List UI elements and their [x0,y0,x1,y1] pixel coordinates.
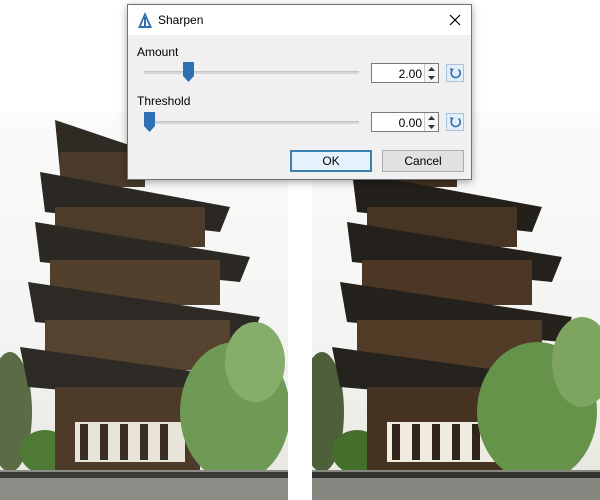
threshold-value: 0.00 [398,116,422,130]
amount-slider-track [144,71,359,74]
threshold-slider-track [144,121,359,124]
sharpen-app-icon [138,12,152,28]
amount-value: 2.00 [398,67,422,81]
spin-up-icon [428,66,435,71]
cancel-button[interactable]: Cancel [382,150,464,172]
spin-up-icon [428,115,435,120]
threshold-slider[interactable] [144,111,359,133]
reset-icon [450,68,461,79]
threshold-slider-thumb[interactable] [144,112,155,132]
ok-button[interactable]: OK [290,150,372,172]
spin-down-icon [428,124,435,129]
spin-down-icon [428,75,435,80]
threshold-reset-button[interactable] [446,113,464,131]
threshold-spinbox[interactable]: 0.00 [371,112,439,132]
amount-spin-down-button[interactable] [425,73,438,82]
dialog-title: Sharpen [158,13,204,27]
threshold-label: Threshold [137,94,191,108]
close-button[interactable] [439,5,471,35]
sharpen-dialog: Sharpen Amount 2.00 Threshold 0.00 OK Ca… [127,4,472,180]
amount-spinbox[interactable]: 2.00 [371,63,439,83]
threshold-spin-down-button[interactable] [425,122,438,131]
amount-slider[interactable] [144,61,359,83]
reset-icon [450,117,461,128]
threshold-spin-up-button[interactable] [425,113,438,122]
dialog-titlebar[interactable]: Sharpen [128,5,471,35]
amount-slider-thumb[interactable] [183,62,194,82]
amount-spin-up-button[interactable] [425,64,438,73]
amount-label: Amount [137,45,179,59]
amount-reset-button[interactable] [446,64,464,82]
close-icon [449,14,461,26]
